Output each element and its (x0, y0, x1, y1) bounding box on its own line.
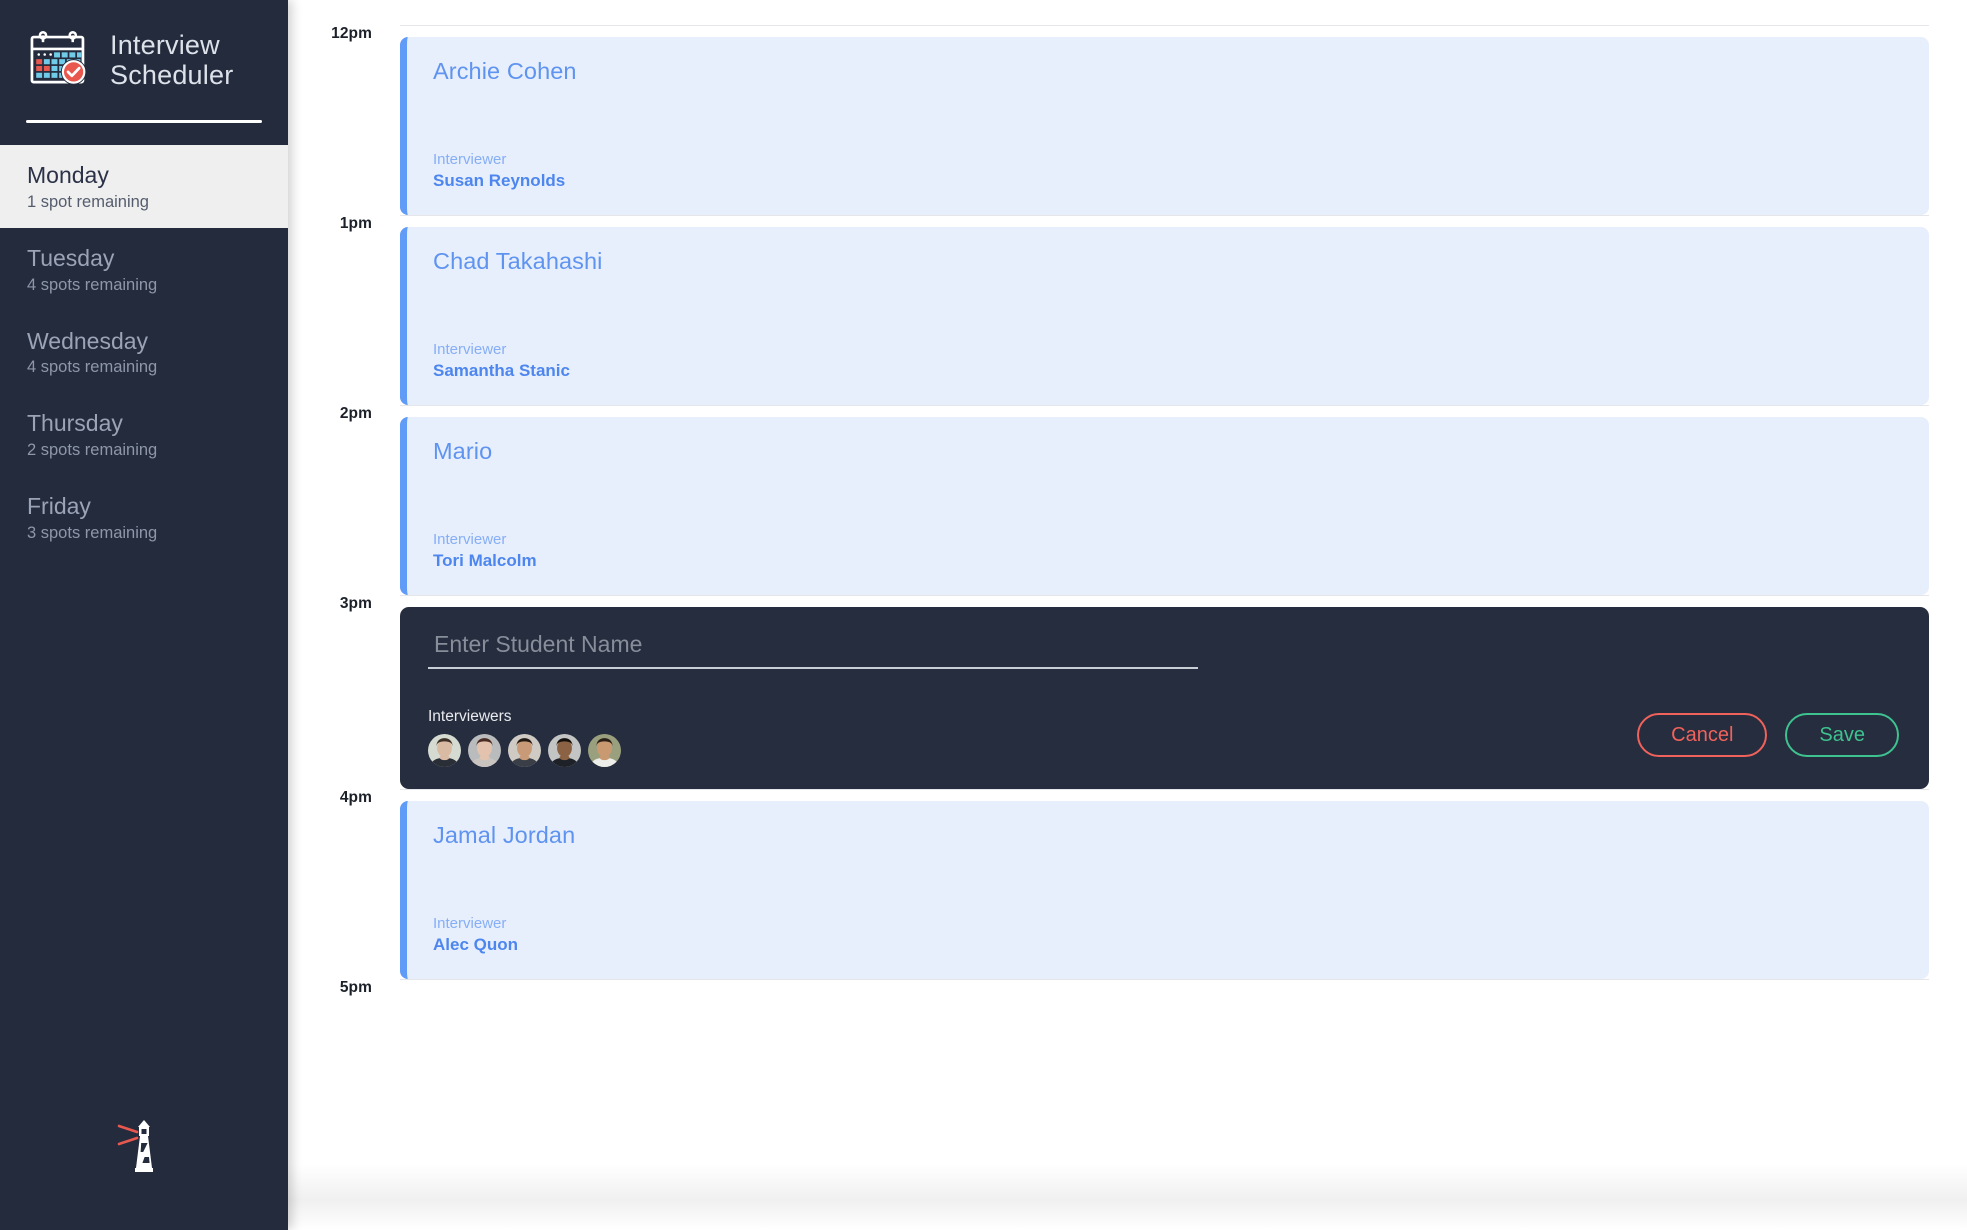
sidebar-item-monday[interactable]: Monday 1 spot remaining (0, 145, 288, 228)
hour-label: 3pm (339, 595, 372, 612)
app-title-line2: Scheduler (110, 60, 234, 90)
hour-row: 3pmInterviewersCancelSave (310, 595, 1929, 789)
appointment-card[interactable]: Chad Takahashi Interviewer Samantha Stanic (400, 227, 1929, 405)
hour-separator (400, 405, 1929, 406)
hour-separator (400, 789, 1929, 790)
appointment-interviewer: Interviewer Samantha Stanic (433, 340, 1929, 405)
appointment-student-name: Chad Takahashi (433, 248, 603, 274)
appointment-card[interactable]: Jamal Jordan Interviewer Alec Quon (400, 801, 1929, 979)
sidebar-item-spots: 3 spots remaining (27, 523, 158, 542)
interviewer-label: Interviewer (433, 340, 507, 358)
interviewer-avatar-3[interactable] (508, 734, 541, 767)
hour-body (372, 979, 1929, 991)
interviewer-avatar-4[interactable] (548, 734, 581, 767)
interviewer-name: Susan Reynolds (433, 171, 566, 191)
student-name-input[interactable] (428, 631, 1198, 669)
save-button[interactable]: Save (1785, 713, 1899, 757)
appointment-student-name: Mario (433, 438, 493, 464)
sidebar-item-day: Thursday (27, 410, 123, 437)
app-root: Interview Scheduler Monday 1 spot remaini… (0, 0, 1967, 1230)
sidebar-item-tuesday[interactable]: Tuesday 4 spots remaining (0, 228, 288, 311)
hour-label: 5pm (339, 979, 372, 996)
sidebar-item-wednesday[interactable]: Wednesday 4 spots remaining (0, 311, 288, 394)
brand: Interview Scheduler (0, 0, 288, 94)
day-schedule: 12pm Archie Cohen Interviewer Susan Reynold… (310, 25, 1929, 997)
appointment-student-name: Jamal Jordan (433, 822, 576, 848)
interviewer-avatar-5[interactable] (588, 734, 621, 767)
hour-row: 12pm Archie Cohen Interviewer Susan Reynold… (310, 25, 1929, 215)
interviewer-name: Tori Malcolm (433, 551, 537, 571)
main-content: 12pm Archie Cohen Interviewer Susan Reynold… (288, 0, 1967, 1230)
appointment-form: InterviewersCancelSave (400, 607, 1929, 789)
interviewer-avatar-1[interactable] (428, 734, 461, 767)
sidebar-item-thursday[interactable]: Thursday 2 spots remaining (0, 393, 288, 476)
hour-label: 12pm (331, 25, 372, 42)
appointment-interviewer: Interviewer Susan Reynolds (433, 150, 1929, 215)
hour-body: Archie Cohen Interviewer Susan Reynolds (372, 25, 1929, 215)
hour-separator (400, 595, 1929, 596)
hour-body: InterviewersCancelSave (372, 595, 1929, 789)
calendar-check-icon (26, 26, 94, 94)
hour-body: Chad Takahashi Interviewer Samantha Stanic (372, 215, 1929, 405)
hour-row: 5pm (310, 979, 1929, 997)
cancel-button[interactable]: Cancel (1637, 713, 1768, 757)
lighthouse-icon (115, 1116, 173, 1178)
sidebar: Interview Scheduler Monday 1 spot remaini… (0, 0, 288, 1230)
sidebar-item-day: Tuesday (27, 244, 115, 271)
appointment-card[interactable]: Archie Cohen Interviewer Susan Reynolds (400, 37, 1929, 215)
hour-label: 1pm (339, 215, 372, 232)
hour-separator (400, 979, 1929, 980)
day-list: Monday 1 spot remaining Tuesday 4 spots rem… (0, 145, 288, 559)
hour-separator (400, 215, 1929, 216)
hour-row: 1pm Chad Takahashi Interviewer Samantha Sta… (310, 215, 1929, 405)
appointment-card[interactable]: Mario Interviewer Tori Malcolm (400, 417, 1929, 595)
interviewer-label: Interviewer (433, 530, 507, 548)
app-title-line1: Interview (110, 29, 220, 60)
sidebar-item-friday[interactable]: Friday 3 spots remaining (0, 476, 288, 559)
interviewer-label: Interviewer (433, 914, 507, 932)
hour-body: Jamal Jordan Interviewer Alec Quon (372, 789, 1929, 979)
interviewer-avatar-2[interactable] (468, 734, 501, 767)
appointment-interviewer: Interviewer Alec Quon (433, 914, 1929, 979)
form-actions: Cancel Save (1637, 713, 1899, 757)
appointment-student-name: Archie Cohen (433, 58, 577, 84)
hour-row: 4pm Jamal Jordan Interviewer Alec Quon (310, 789, 1929, 979)
sidebar-footer (0, 1116, 288, 1230)
hour-row: 2pm Mario Interviewer Tori Malcolm (310, 405, 1929, 595)
sidebar-item-spots: 1 spot remaining (27, 192, 149, 211)
hour-label: 2pm (339, 405, 372, 422)
hour-separator (400, 25, 1929, 26)
hour-label: 4pm (339, 789, 372, 806)
hour-body: Mario Interviewer Tori Malcolm (372, 405, 1929, 595)
sidebar-item-day: Friday (27, 493, 91, 519)
app-title: Interview Scheduler (110, 30, 233, 90)
interviewer-name: Samantha Stanic (433, 361, 570, 381)
interviewer-label: Interviewer (433, 150, 507, 168)
sidebar-item-day: Monday (27, 162, 109, 188)
interviewer-name: Alec Quon (433, 935, 519, 955)
sidebar-item-spots: 4 spots remaining (27, 275, 158, 294)
sidebar-item-day: Wednesday (27, 327, 149, 354)
sidebar-item-spots: 2 spots remaining (27, 441, 158, 459)
sidebar-item-spots: 4 spots remaining (27, 358, 158, 377)
sidebar-divider (26, 120, 262, 123)
appointment-interviewer: Interviewer Tori Malcolm (433, 530, 1929, 595)
